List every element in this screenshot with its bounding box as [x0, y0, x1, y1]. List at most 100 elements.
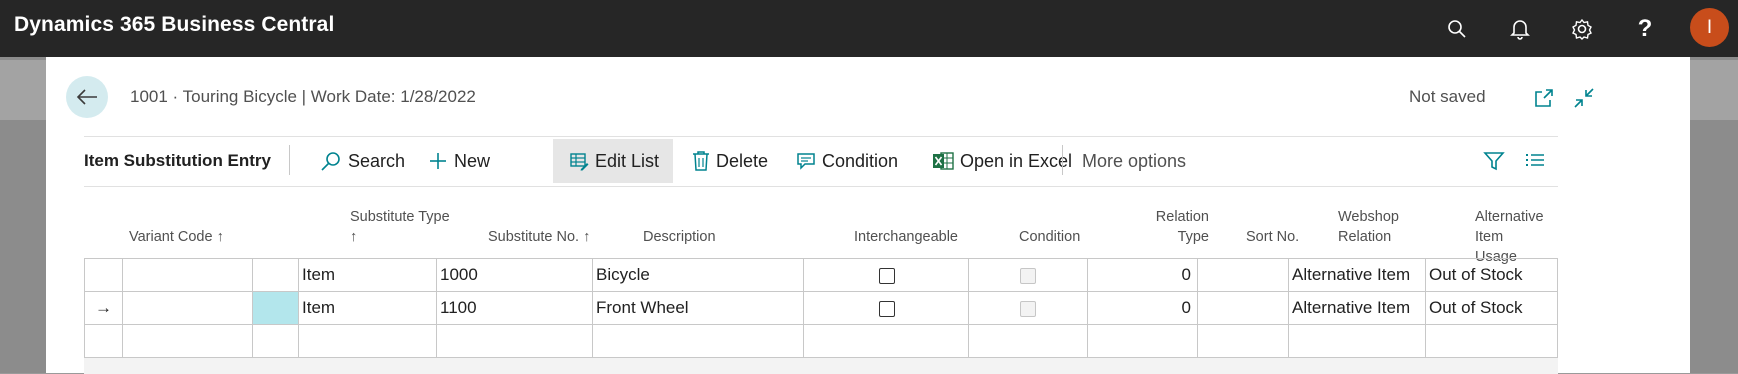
page-title: 1001 · Touring Bicycle | Work Date: 1/28…	[130, 87, 476, 106]
table-row[interactable]: → Item 1100 Front Wheel 0 Alternative It…	[84, 291, 1558, 325]
background-right-hint	[1690, 60, 1738, 120]
condition-cell	[968, 259, 1087, 292]
substitute-type-lookup-cell[interactable]	[252, 259, 298, 292]
open-in-excel-button-label: Open in Excel	[960, 150, 1073, 171]
substitute-type-lookup-cell[interactable]	[252, 292, 298, 325]
variant-code-cell[interactable]	[122, 292, 252, 325]
grid-footer	[84, 357, 1558, 374]
sort-arrow: ↑	[350, 229, 358, 245]
delete-button-label: Delete	[716, 150, 769, 171]
collapse-icon[interactable]	[1572, 86, 1596, 110]
action-bar-title: Item Substitution Entry	[84, 151, 271, 170]
row-indicator[interactable]	[84, 259, 122, 292]
sort-no-cell[interactable]	[1197, 259, 1288, 292]
excel-icon	[933, 152, 954, 170]
column-header-label: Substitute Type	[350, 209, 450, 225]
action-bar: Item Substitution Entry Search New Edit …	[84, 137, 1558, 185]
column-header-description[interactable]: Description	[643, 227, 716, 247]
open-new-window-icon[interactable]	[1532, 86, 1556, 110]
trash-icon	[693, 151, 709, 171]
interchangeable-cell[interactable]	[803, 259, 968, 292]
column-header-label: Alternative Item	[1475, 209, 1544, 245]
description-cell[interactable]: Bicycle	[592, 259, 803, 292]
filter-icon[interactable]	[1482, 149, 1506, 173]
relation-type-cell[interactable]: 0	[1087, 292, 1197, 325]
sort-no-cell[interactable]	[1197, 292, 1288, 325]
variant-code-cell[interactable]	[122, 325, 252, 358]
search-button[interactable]: Search	[320, 139, 405, 183]
delete-button[interactable]: Delete	[692, 139, 768, 183]
background-left-hint	[0, 60, 46, 120]
column-header-substitute-no[interactable]: Substitute No. ↑	[488, 227, 590, 247]
interchangeable-checkbox[interactable]	[879, 301, 895, 317]
column-header-interchangeable[interactable]: Interchangeable	[854, 227, 958, 247]
condition-cell	[968, 292, 1087, 325]
new-button[interactable]: New	[428, 139, 490, 183]
save-status: Not saved	[1409, 87, 1486, 106]
relation-type-cell[interactable]: 0	[1087, 259, 1197, 292]
row-arrow-indicator[interactable]: →	[84, 292, 122, 325]
table-header: Variant Code ↑ Substitute Type ↑ Substit…	[84, 186, 1558, 265]
table-row[interactable]	[84, 324, 1558, 358]
open-in-excel-button[interactable]: Open in Excel	[932, 139, 1072, 183]
alternative-item-usage-cell[interactable]	[1425, 325, 1558, 358]
column-header-label: Webshop	[1338, 209, 1399, 225]
condition-cell	[968, 325, 1087, 358]
alternative-item-usage-cell[interactable]: Out of Stock	[1425, 292, 1558, 325]
table-row[interactable]: Item 1000 Bicycle 0 Alternative Item Out…	[84, 258, 1558, 292]
new-button-label: New	[454, 150, 491, 171]
column-header-label: Type	[1177, 229, 1209, 245]
substitute-no-cell[interactable]: 1000	[436, 259, 592, 292]
interchangeable-cell[interactable]	[803, 292, 968, 325]
substitute-type-cell[interactable]: Item	[298, 292, 436, 325]
webshop-relation-cell[interactable]: Alternative Item	[1288, 259, 1425, 292]
back-button[interactable]	[66, 76, 108, 118]
comment-icon	[797, 153, 815, 170]
help-icon[interactable]: ?	[1632, 15, 1658, 42]
variant-code-cell[interactable]	[122, 259, 252, 292]
substitute-no-cell[interactable]: 1100	[436, 292, 592, 325]
gear-icon[interactable]	[1569, 16, 1595, 42]
plus-icon	[430, 153, 446, 169]
list-view-icon[interactable]	[1524, 149, 1548, 173]
interchangeable-checkbox[interactable]	[879, 268, 895, 284]
interchangeable-cell[interactable]	[803, 325, 968, 358]
column-header-substitute-type[interactable]: Substitute Type ↑	[350, 207, 450, 247]
column-header-label: Relation	[1338, 229, 1392, 245]
webshop-relation-cell[interactable]	[1288, 325, 1425, 358]
substitute-type-lookup-cell[interactable]	[252, 325, 298, 358]
substitute-type-cell[interactable]: Item	[298, 259, 436, 292]
condition-button[interactable]: Condition	[796, 139, 898, 183]
search-button-label: Search	[348, 150, 406, 171]
substitute-type-cell[interactable]	[298, 325, 436, 358]
relation-type-cell[interactable]	[1087, 325, 1197, 358]
sort-no-cell[interactable]	[1197, 325, 1288, 358]
column-header-label: Relation	[1155, 209, 1209, 225]
description-cell[interactable]: Front Wheel	[592, 292, 803, 325]
search-icon	[321, 152, 340, 171]
substitute-no-cell[interactable]	[436, 325, 592, 358]
description-cell[interactable]	[592, 325, 803, 358]
top-bar: Dynamics 365 Business Central ? I	[0, 0, 1738, 57]
column-header-sort-no[interactable]: Sort No.	[1246, 227, 1299, 247]
action-separator	[1062, 145, 1063, 175]
edit-list-button[interactable]: Edit List	[553, 139, 674, 183]
column-header-condition[interactable]: Condition	[1019, 227, 1080, 247]
edit-list-button-label: Edit List	[595, 150, 660, 171]
column-header-relation-type[interactable]: Relation Type	[1124, 207, 1209, 247]
alternative-item-usage-cell[interactable]: Out of Stock	[1425, 259, 1558, 292]
condition-checkbox	[1020, 268, 1036, 284]
edit-list-icon	[570, 153, 589, 171]
webshop-relation-cell[interactable]: Alternative Item	[1288, 292, 1425, 325]
condition-checkbox	[1020, 301, 1036, 317]
column-header-webshop-relation[interactable]: Webshop Relation	[1338, 207, 1399, 247]
more-options-button[interactable]: More options	[1082, 151, 1186, 172]
condition-button-label: Condition	[822, 150, 899, 171]
row-indicator[interactable]	[84, 325, 122, 358]
search-icon[interactable]	[1444, 16, 1470, 42]
column-header-variant-code[interactable]: Variant Code ↑	[129, 227, 224, 247]
bell-icon[interactable]	[1507, 16, 1533, 42]
avatar[interactable]: I	[1690, 8, 1729, 47]
app-title[interactable]: Dynamics 365 Business Central	[14, 13, 334, 37]
action-separator	[289, 145, 290, 175]
